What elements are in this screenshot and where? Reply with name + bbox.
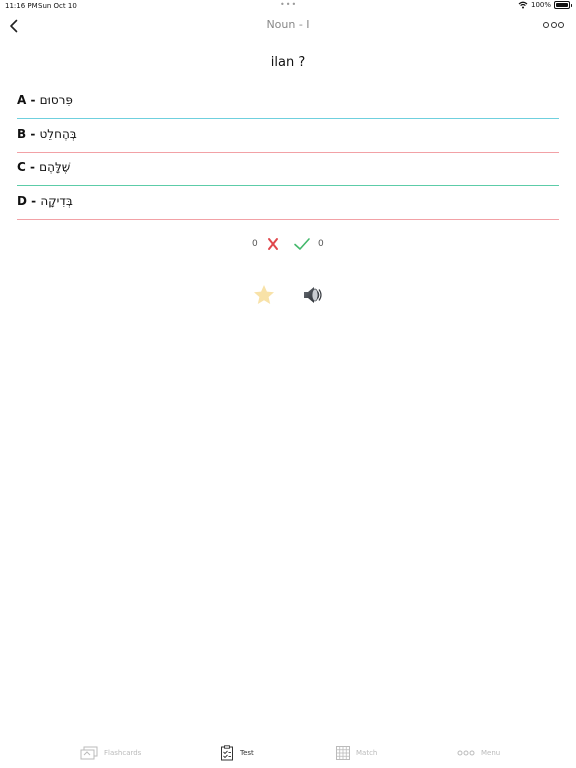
answer-option-text: C - שֶׁלָּהֶם	[17, 160, 70, 174]
score-row: 0 0	[0, 236, 576, 254]
option-letter: C	[17, 160, 26, 174]
option-letter: D	[17, 194, 27, 208]
status-time: 11:16 PM	[5, 2, 38, 10]
favorite-star-button[interactable]	[252, 283, 276, 307]
flashcards-icon	[80, 746, 98, 760]
battery-icon	[554, 1, 572, 9]
more-dot-icon	[550, 22, 557, 28]
tab-label: Flashcards	[104, 749, 142, 757]
option-divider	[17, 219, 559, 220]
option-divider	[17, 185, 559, 186]
tab-test[interactable]: Test	[220, 744, 254, 762]
answer-option-d[interactable]: D - בְּדִיקָה	[17, 187, 559, 220]
option-hebrew-word: בְּהֶחלֵט	[39, 127, 77, 141]
tab-menu[interactable]: Menu	[457, 744, 500, 762]
answer-option-a[interactable]: A - פִּרסוּם	[17, 86, 559, 119]
test-icon	[221, 745, 233, 761]
tab-label: Menu	[481, 749, 501, 757]
option-separator: -	[26, 194, 41, 208]
right-count: 0	[318, 239, 324, 249]
more-dot-icon	[558, 22, 564, 28]
status-date: Sun Oct 10	[38, 2, 77, 10]
tab-flashcards[interactable]: Flashcards	[80, 744, 141, 762]
page-title: Noun - I	[266, 18, 310, 31]
option-hebrew-word: בְּדִיקָה	[40, 194, 73, 208]
more-dot-icon	[543, 22, 549, 28]
option-hebrew-word: פִּרסוּם	[39, 93, 73, 107]
checkmark-icon	[294, 238, 310, 250]
battery-percent: 100%	[530, 1, 551, 9]
speaker-button[interactable]	[300, 283, 324, 307]
option-divider	[17, 118, 559, 119]
star-icon	[254, 285, 274, 304]
wifi-icon	[518, 1, 528, 9]
tab-label: Match	[356, 749, 378, 757]
tab-label: Test	[240, 749, 254, 757]
match-icon	[336, 746, 350, 760]
tab-bar: Flashcards Test Match Menu	[0, 736, 576, 768]
answer-option-text: D - בְּדִיקָה	[17, 194, 73, 208]
speaker-icon	[304, 287, 322, 303]
option-separator: -	[26, 127, 40, 141]
tab-match[interactable]: Match	[336, 744, 377, 762]
answer-option-b[interactable]: B - בְּהֶחלֵט	[17, 120, 559, 153]
option-hebrew-word: שֶׁלָּהֶם	[39, 160, 71, 174]
wrong-count: 0	[252, 239, 258, 249]
question-prompt: ilan ?	[270, 55, 306, 70]
answer-option-text: A - פִּרסוּם	[17, 93, 73, 107]
more-options-button[interactable]	[543, 22, 564, 28]
option-separator: -	[26, 93, 40, 107]
answer-option-c[interactable]: C - שֶׁלָּהֶם	[17, 153, 559, 186]
menu-icon	[457, 750, 475, 756]
status-bar: 11:16 PM Sun Oct 10 ••• 100%	[0, 0, 576, 12]
option-separator: -	[25, 160, 40, 174]
answer-option-text: B - בְּהֶחלֵט	[17, 127, 77, 141]
navigation-bar: Noun - I	[0, 12, 576, 40]
multitasking-dots-icon[interactable]: •••	[280, 0, 297, 9]
wrong-x-icon	[268, 238, 278, 250]
option-letter: B	[17, 127, 27, 141]
status-right: 100%	[518, 1, 572, 9]
option-letter: A	[17, 93, 27, 107]
